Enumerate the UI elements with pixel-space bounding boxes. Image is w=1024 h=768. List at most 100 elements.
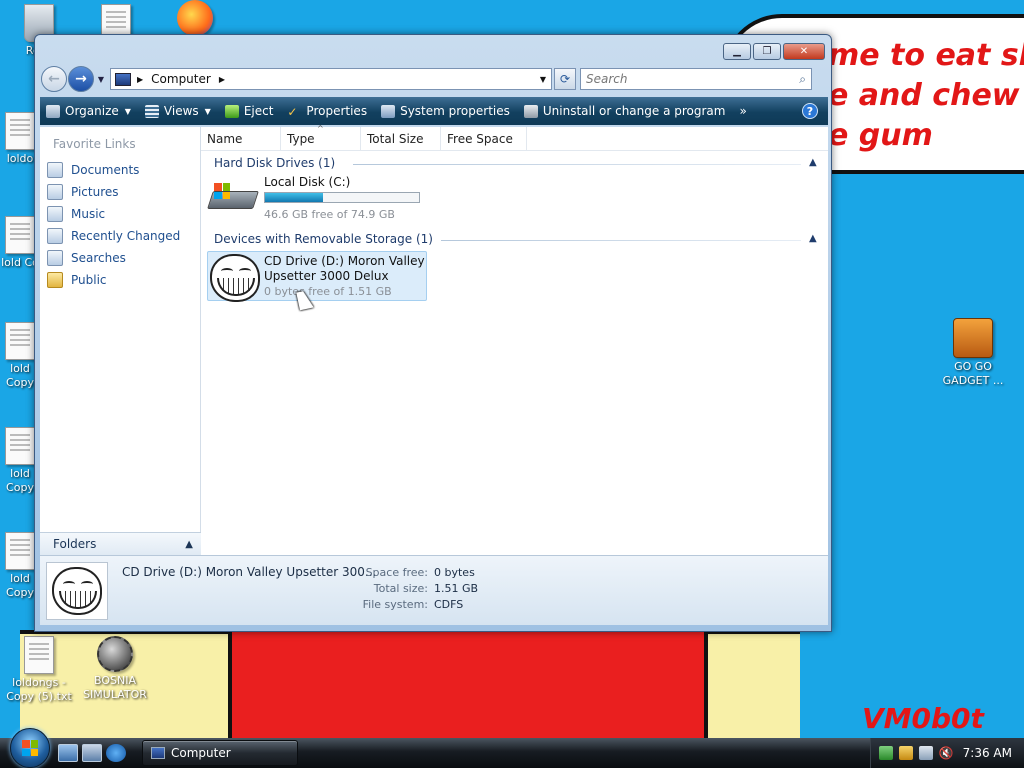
desktop-icon-gadget[interactable]: GO GO GADGET ...: [934, 318, 1012, 388]
chevron-down-icon: ▼: [97, 74, 105, 84]
system-properties-button[interactable]: System properties: [381, 104, 510, 118]
tray-app-icon[interactable]: [898, 746, 913, 760]
help-icon: ?: [806, 104, 814, 118]
documents-icon: [47, 162, 63, 178]
address-dropdown-button[interactable]: ▼: [535, 75, 551, 84]
hard-disk-icon: [207, 183, 259, 213]
folders-label: Folders: [53, 537, 97, 551]
switch-windows-icon[interactable]: [82, 744, 102, 762]
favorite-link-searches[interactable]: Searches: [40, 247, 200, 269]
restore-icon: ❐: [762, 46, 772, 57]
refresh-button[interactable]: ⟳: [554, 68, 576, 90]
navigation-pane: Favorite Links Documents Pictures Music …: [40, 127, 201, 555]
drive-name-line-1: CD Drive (D:) Moron Valley: [264, 254, 425, 268]
desktop-icon-firefox[interactable]: [160, 0, 230, 38]
favorite-link-label: Pictures: [71, 185, 119, 199]
favorite-link-public[interactable]: Public: [40, 269, 200, 291]
organize-icon: [46, 104, 60, 118]
forward-button[interactable]: →: [68, 66, 94, 92]
details-title: CD Drive (D:) Moron Valley Upsetter 300.…: [122, 565, 377, 579]
back-button[interactable]: ←: [41, 66, 67, 92]
desktop-icon-label: lold Copy: [6, 467, 34, 494]
favorite-link-documents[interactable]: Documents: [40, 159, 200, 181]
explorer-window: ▁ ❐ ✕ ← → ▼ ▶ Computer ▶ ▼ ⟳ Search ⌕ Or…: [34, 34, 832, 632]
column-header-name[interactable]: Name: [201, 127, 281, 150]
favorite-link-pictures[interactable]: Pictures: [40, 181, 200, 203]
eject-button[interactable]: Eject: [224, 104, 273, 118]
total-size-value: 1.51 GB: [434, 582, 479, 595]
network-tray-icon[interactable]: [878, 746, 893, 760]
details-properties: Space free: 0 bytes Total size: 1.51 GB …: [356, 566, 478, 611]
space-free-label: Space free:: [365, 566, 428, 579]
group-header-hard-disk-drives[interactable]: Hard Disk Drives (1): [214, 156, 335, 170]
uninstall-program-button[interactable]: Uninstall or change a program: [523, 104, 726, 118]
taskbar-button-computer[interactable]: Computer: [142, 740, 298, 766]
group-header-removable-storage[interactable]: Devices with Removable Storage (1): [214, 232, 433, 246]
uninstall-program-label: Uninstall or change a program: [542, 104, 726, 118]
chevron-up-icon[interactable]: ▲: [809, 233, 817, 244]
address-bar[interactable]: ▶ Computer ▶ ▼: [110, 68, 552, 90]
desktop-icon-bosnia-simulator[interactable]: BOSNIA SIMULATOR: [76, 636, 154, 702]
file-system-label: File system:: [362, 598, 428, 611]
column-header-free-space[interactable]: Free Space: [441, 127, 527, 150]
mine-icon: [97, 636, 133, 672]
eject-icon: [224, 104, 239, 118]
column-header-label: Type: [287, 132, 315, 146]
text-file-icon: [24, 636, 54, 674]
properties-button[interactable]: ✓ Properties: [287, 104, 367, 119]
volume-muted-icon[interactable]: 🔇: [939, 746, 954, 760]
wallpaper-signature: VM0b0t: [862, 702, 984, 735]
document-icon: [5, 532, 35, 570]
drive-local-disk-c[interactable]: Local Disk (C:) 46.6 GB free of 74.9 GB: [206, 175, 426, 223]
system-properties-label: System properties: [400, 104, 510, 118]
search-icon[interactable]: ⌕: [799, 72, 806, 87]
minimize-button[interactable]: ▁: [723, 43, 751, 60]
computer-icon: [151, 747, 165, 759]
views-icon: [144, 104, 159, 118]
file-list: Name Type ^ Total Size Free Space Hard D…: [201, 124, 828, 555]
document-icon: [5, 322, 35, 360]
internet-explorer-icon[interactable]: [106, 744, 126, 762]
chevron-down-icon: ▼: [539, 74, 547, 84]
show-desktop-icon[interactable]: [58, 744, 78, 762]
column-header-total-size[interactable]: Total Size: [361, 127, 441, 150]
sort-ascending-icon: ^: [317, 124, 324, 133]
help-button[interactable]: ?: [802, 103, 818, 119]
desktop-icon-loldongs-txt[interactable]: loldongs - Copy (5).txt: [0, 636, 78, 704]
chevron-up-icon[interactable]: ▲: [809, 157, 817, 168]
clock[interactable]: 7:36 AM: [963, 746, 1012, 760]
checkmark-icon: ✓: [287, 104, 298, 119]
chevron-up-icon: ▲: [185, 538, 193, 550]
column-headers: Name Type ^ Total Size Free Space: [201, 124, 828, 151]
document-icon: [5, 112, 35, 150]
search-input[interactable]: Search ⌕: [580, 68, 812, 90]
drive-free-space: 0 bytes free of 1.51 GB: [264, 285, 392, 298]
favorite-link-label: Documents: [71, 163, 140, 177]
breadcrumb-computer[interactable]: Computer: [151, 72, 211, 86]
recent-pages-button[interactable]: ▼: [94, 75, 108, 84]
favorite-link-recently-changed[interactable]: Recently Changed: [40, 225, 200, 247]
document-icon: [5, 216, 35, 254]
drive-cd-d[interactable]: CD Drive (D:) Moron Valley Upsetter 3000…: [207, 251, 427, 302]
column-header-type[interactable]: Type ^: [281, 124, 361, 150]
favorite-link-label: Recently Changed: [71, 229, 181, 243]
music-icon: [47, 206, 63, 222]
close-button[interactable]: ✕: [783, 43, 825, 60]
breadcrumb-chevron-icon[interactable]: ▶: [219, 75, 225, 84]
favorite-links-title: Favorite Links: [53, 137, 136, 151]
space-free-value: 0 bytes: [434, 566, 475, 579]
taskbar-button-label: Computer: [171, 746, 231, 760]
start-button[interactable]: [10, 728, 50, 768]
breadcrumb-chevron-icon[interactable]: ▶: [137, 75, 143, 84]
desktop-icon-label: GO GO GADGET ...: [942, 360, 1004, 387]
organize-button[interactable]: Organize ▼: [46, 104, 131, 118]
monitor-tray-icon[interactable]: [918, 746, 933, 760]
command-bar: Organize ▼ Views ▼ Eject ✓ Properties Sy…: [40, 97, 828, 125]
close-icon: ✕: [799, 46, 809, 57]
views-button[interactable]: Views ▼: [144, 104, 211, 118]
search-placeholder: Search: [586, 72, 628, 86]
folders-toggle[interactable]: Folders ▲: [40, 532, 201, 555]
toolbar-overflow-button[interactable]: »: [739, 104, 746, 118]
favorite-link-music[interactable]: Music: [40, 203, 200, 225]
maximize-button[interactable]: ❐: [753, 43, 781, 60]
